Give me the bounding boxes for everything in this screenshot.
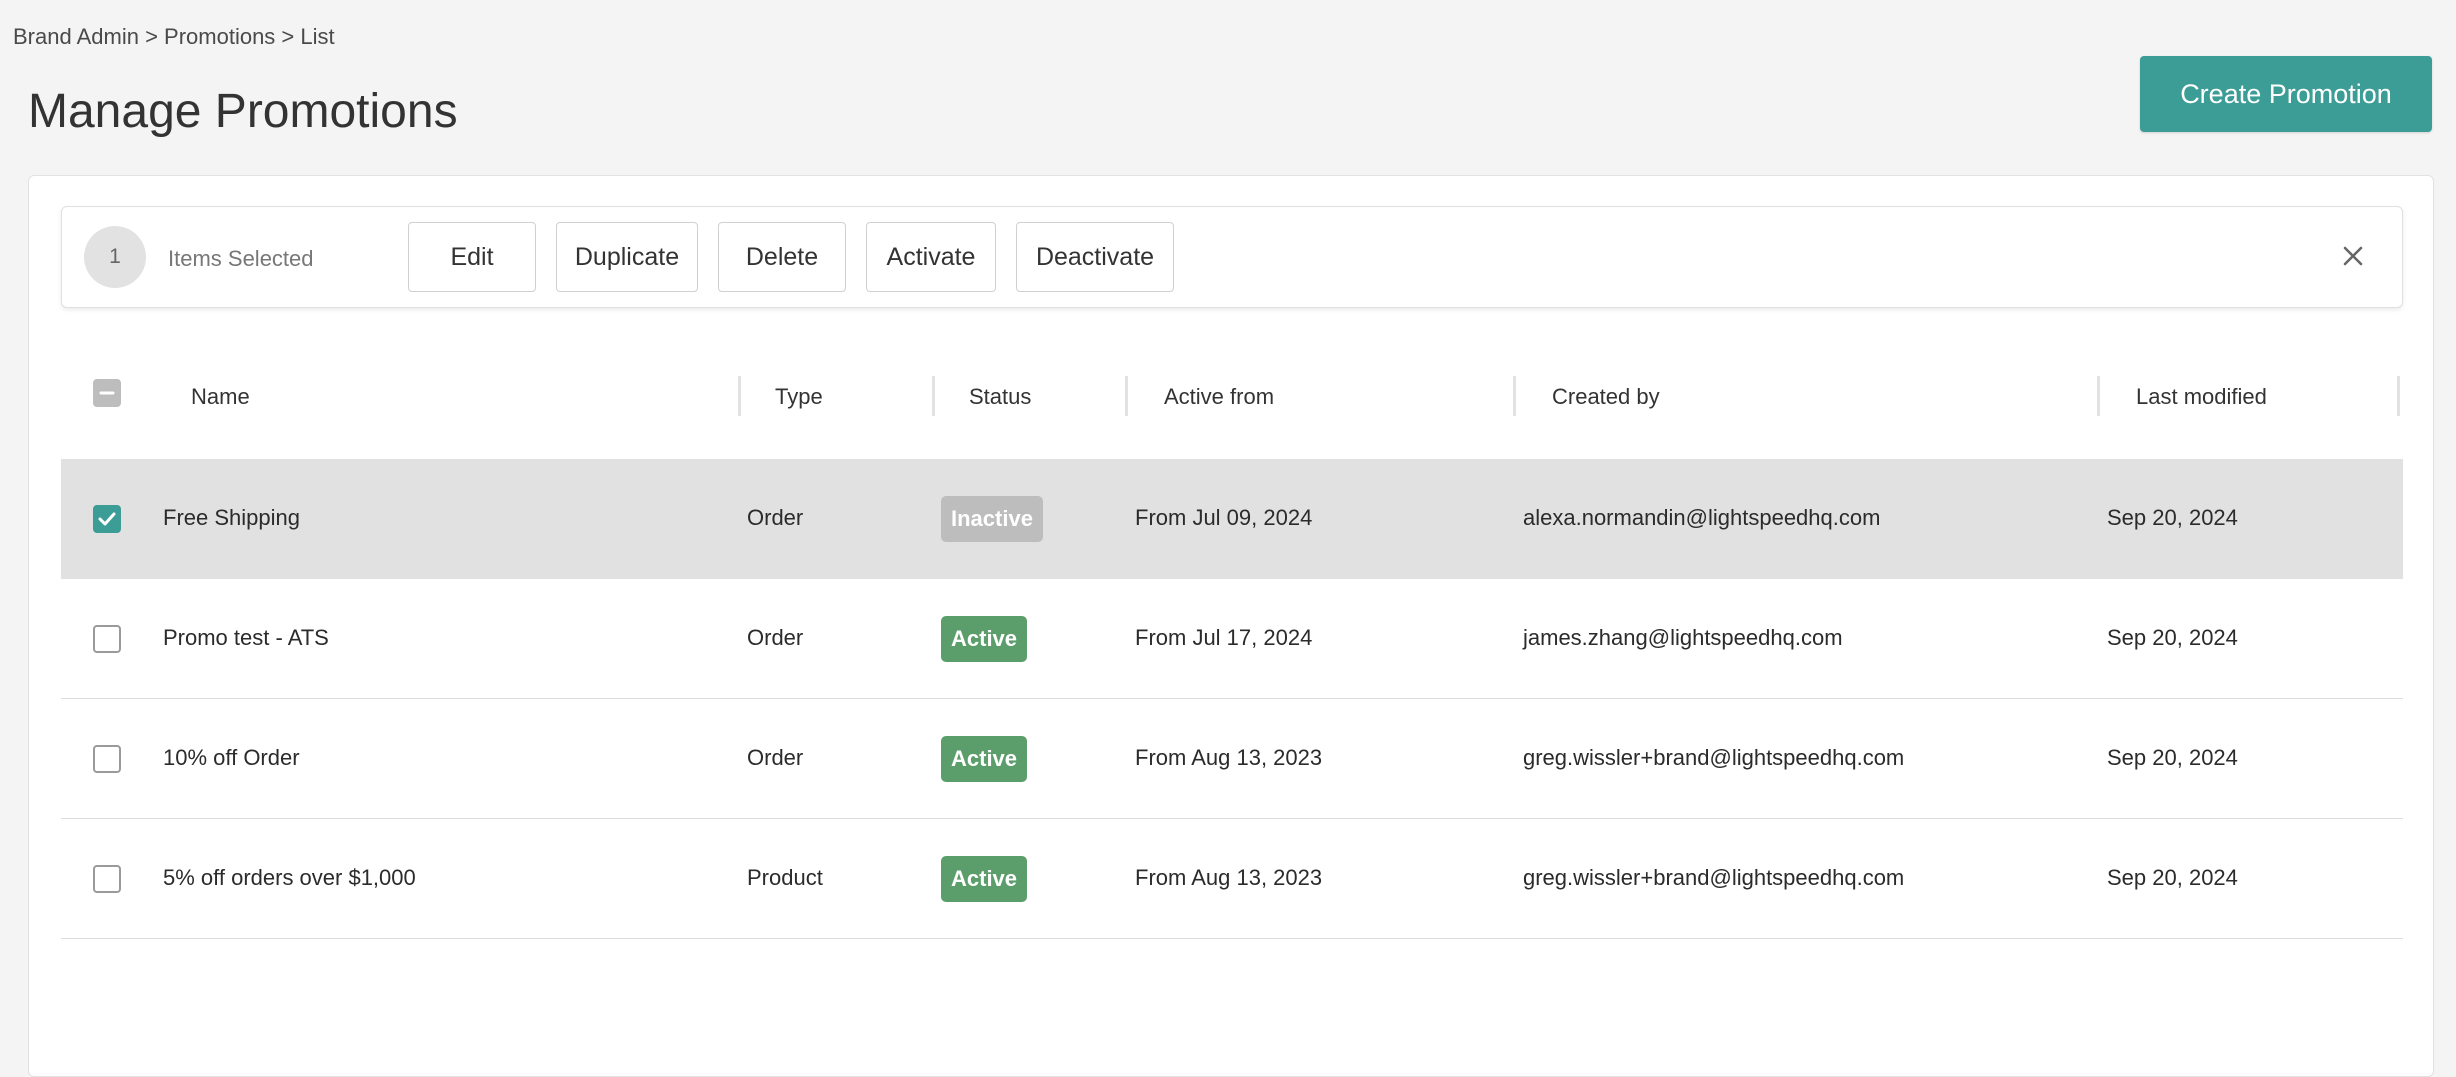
active-from: From Jul 09, 2024 [1135,505,1313,530]
deactivate-button[interactable]: Deactivate [1016,222,1174,292]
created-by: greg.wissler+brand@lightspeedhq.com [1523,865,1905,890]
delete-button[interactable]: Delete [718,222,846,292]
column-header-last-modified[interactable]: Last modified [2136,384,2267,410]
column-separator [932,376,935,416]
column-separator [738,376,741,416]
promotion-type: Order [747,745,804,770]
promotion-type: Product [747,865,823,890]
table-row[interactable]: Free Shipping Order Inactive From Jul 09… [61,459,2403,579]
column-separator [1125,376,1128,416]
column-separator [1513,376,1516,416]
bulk-action-bar: 1 Items Selected Edit Duplicate Delete A… [61,206,2403,308]
promotion-name[interactable]: 5% off orders over $1,000 [163,865,416,891]
status-badge: Active [941,856,1028,902]
table-row[interactable]: 10% off Order Order Active From Aug 13, … [61,699,2403,819]
column-header-created-by[interactable]: Created by [1552,384,1660,410]
duplicate-button[interactable]: Duplicate [556,222,698,292]
row-checkbox[interactable] [93,505,121,533]
column-separator [2397,376,2400,416]
promotion-type: Order [747,505,804,530]
breadcrumb: Brand Admin > Promotions > List [13,24,335,49]
column-separator [2097,376,2100,416]
row-checkbox[interactable] [93,625,121,653]
table-row[interactable]: 5% off orders over $1,000 Product Active… [61,819,2403,939]
promotions-card: 1 Items Selected Edit Duplicate Delete A… [28,175,2434,1077]
select-all-checkbox[interactable] [93,379,121,407]
column-header-name[interactable]: Name [191,384,250,410]
column-header-type[interactable]: Type [775,384,823,410]
items-selected-label: Items Selected [168,246,314,271]
created-by: james.zhang@lightspeedhq.com [1523,625,1843,650]
last-modified: Sep 20, 2024 [2107,505,2238,530]
status-badge: Active [941,736,1028,782]
promotion-name[interactable]: Free Shipping [163,505,300,531]
active-from: From Aug 13, 2023 [1135,865,1323,890]
promotion-name[interactable]: Promo test - ATS [163,625,329,651]
last-modified: Sep 20, 2024 [2107,865,2238,890]
column-header-status[interactable]: Status [969,384,1031,410]
page-title: Manage Promotions [28,85,458,138]
table-row[interactable]: Promo test - ATS Order Active From Jul 1… [61,579,2403,699]
created-by: greg.wissler+brand@lightspeedhq.com [1523,745,1905,770]
last-modified: Sep 20, 2024 [2107,745,2238,770]
column-header-active-from[interactable]: Active from [1164,384,1274,410]
last-modified: Sep 20, 2024 [2107,625,2238,650]
activate-button[interactable]: Activate [866,222,996,292]
promotion-type: Order [747,625,804,650]
create-promotion-button[interactable]: Create Promotion [2140,56,2432,132]
row-checkbox[interactable] [93,865,121,893]
created-by: alexa.normandin@lightspeedhq.com [1523,505,1881,530]
row-checkbox[interactable] [93,745,121,773]
active-from: From Aug 13, 2023 [1135,745,1323,770]
selected-count-badge: 1 [84,226,146,288]
status-badge: Active [941,616,1028,662]
edit-button[interactable]: Edit [408,222,536,292]
status-badge: Inactive [941,496,1043,542]
active-from: From Jul 17, 2024 [1135,625,1313,650]
close-icon[interactable] [2338,241,2368,271]
promotion-name[interactable]: 10% off Order [163,745,300,771]
